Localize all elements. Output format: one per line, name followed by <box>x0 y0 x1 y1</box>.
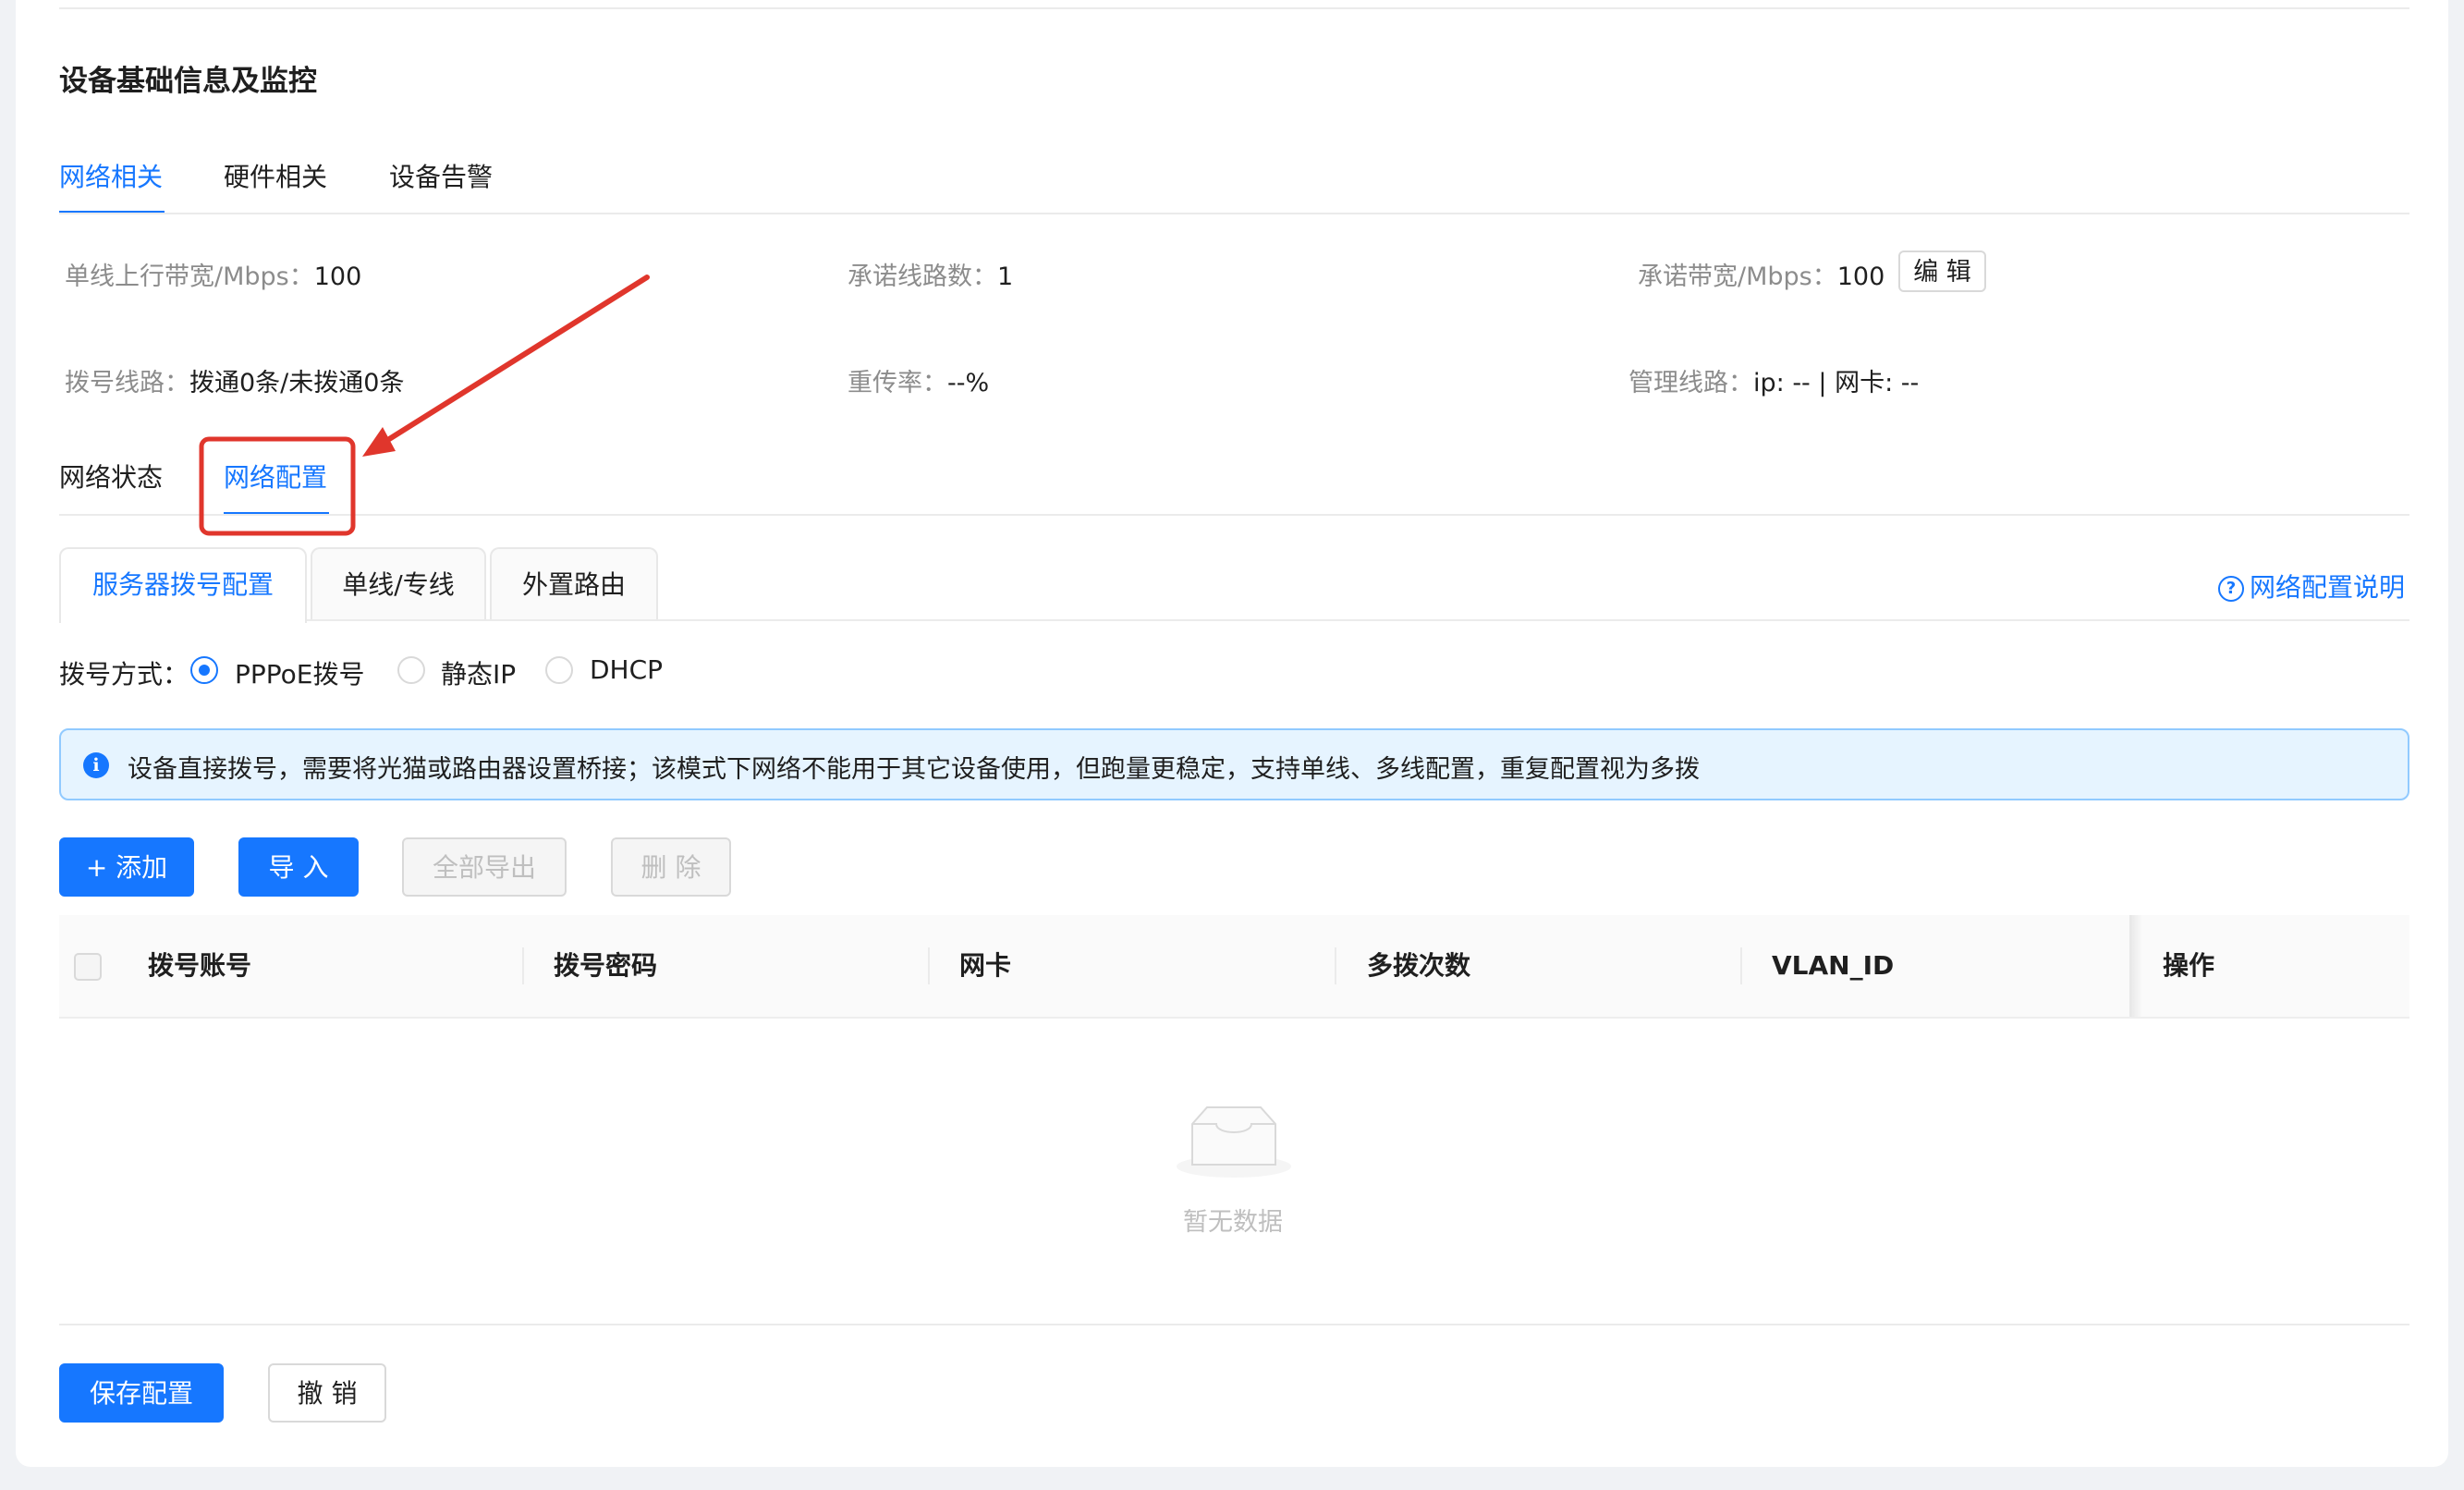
annotation-overlay <box>199 275 650 536</box>
annotation-arrow-shaft <box>376 275 650 448</box>
annotation-highlight-box <box>199 436 356 536</box>
annotation-arrow-head <box>362 427 396 457</box>
